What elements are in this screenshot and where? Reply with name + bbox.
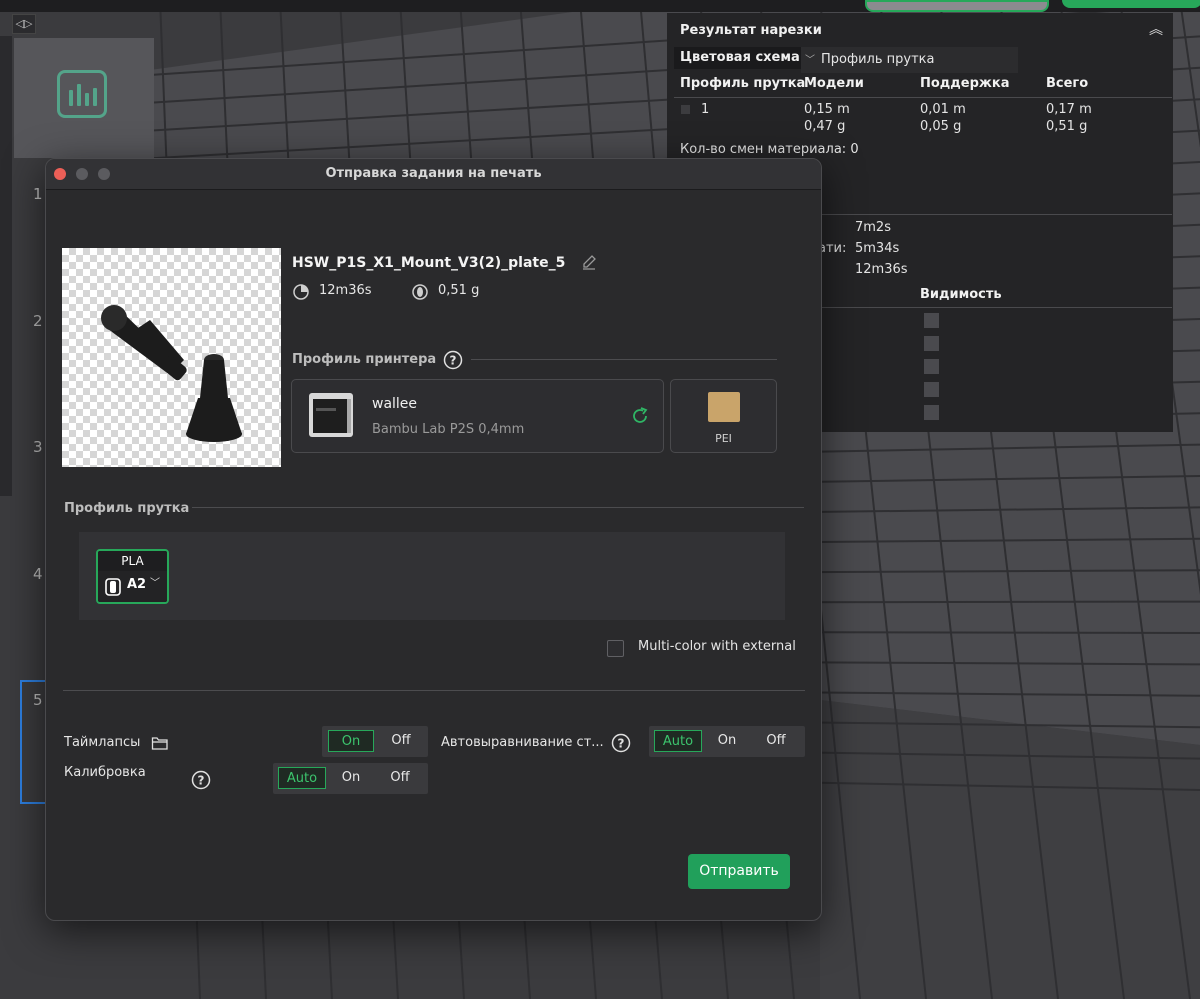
statistics-icon[interactable] <box>57 70 107 118</box>
printer-profile-label: Профиль принтера <box>292 352 437 367</box>
plate-thumbnail-1[interactable] <box>14 38 154 158</box>
top-toolbar <box>0 0 1200 12</box>
help-icon[interactable]: ? <box>191 770 211 790</box>
calibration-on-option[interactable]: On <box>328 767 374 789</box>
model-preview <box>101 305 242 442</box>
plate-preview-image <box>62 248 281 467</box>
sidebar-collapse-button[interactable]: ◁▷ <box>12 14 36 34</box>
printer-name: wallee <box>372 396 418 412</box>
chevron-down-icon: ﹀ <box>805 55 815 66</box>
calibration-auto-option[interactable]: Auto <box>278 767 326 789</box>
filament-profile-label: Профиль прутка <box>64 501 190 516</box>
column-header-support: Поддержка <box>920 76 1010 91</box>
result-panel-title: Результат нарезки <box>680 23 822 38</box>
printer-icon <box>309 393 353 437</box>
models-weight: 0,47 g <box>804 119 846 134</box>
time-label-2: ати: <box>818 241 847 256</box>
clock-icon <box>293 284 309 300</box>
printer-model: Bambu Lab P2S 0,4mm <box>372 422 525 437</box>
multicolor-external-checkbox[interactable] <box>607 640 624 657</box>
pei-plate-icon <box>708 392 740 422</box>
svg-text:?: ? <box>450 354 457 368</box>
timelapse-on-option[interactable]: On <box>328 730 374 752</box>
timelapse-off-option[interactable]: Off <box>378 730 424 752</box>
material-changes: Кол-во смен материала: 0 <box>680 142 859 157</box>
divider <box>817 214 1172 215</box>
calibration-toggle: Auto On Off <box>273 763 428 794</box>
build-plate-selector[interactable]: PEI <box>670 379 777 453</box>
visibility-checkbox[interactable] <box>924 405 939 420</box>
support-weight: 0,05 g <box>920 119 962 134</box>
plate-type-label: PEI <box>715 432 732 445</box>
divider <box>817 307 1172 308</box>
printer-selector[interactable]: wallee Bambu Lab P2S 0,4mm <box>291 379 664 453</box>
visibility-checkbox[interactable] <box>924 359 939 374</box>
total-length: 0,17 m <box>1046 102 1092 117</box>
multicolor-external-label: Multi-color with external <box>638 639 796 654</box>
print-time: 12m36s <box>319 283 372 298</box>
dialog-titlebar[interactable]: Отправка задания на печать <box>46 159 821 190</box>
color-scheme-label: Цветовая схема <box>674 47 805 69</box>
filament-spool-icon <box>412 284 428 300</box>
time-value-1: 7m2s <box>855 220 891 235</box>
time-value-3: 12m36s <box>855 262 908 277</box>
total-weight: 0,51 g <box>1046 119 1088 134</box>
plate-number[interactable]: 2 <box>33 312 43 330</box>
calibration-label: Калибровка <box>64 765 146 780</box>
filament-slot-selector[interactable]: PLA A2 ﹀ <box>96 549 169 604</box>
refresh-icon[interactable] <box>629 405 651 427</box>
visibility-checkbox[interactable] <box>924 382 939 397</box>
column-header-filament: Профиль прутка <box>680 76 806 91</box>
filament-id: 1 <box>701 102 710 117</box>
auto-leveling-off-option[interactable]: Off <box>752 730 800 752</box>
visibility-checkbox[interactable] <box>924 336 939 351</box>
plate-number[interactable]: 1 <box>33 185 43 203</box>
auto-leveling-label: Автовыравнивание ст... <box>441 735 604 750</box>
column-header-models: Модели <box>804 76 864 91</box>
chevron-down-icon: ﹀ <box>150 578 160 589</box>
filament-type: PLA <box>98 551 167 571</box>
auto-leveling-toggle: Auto On Off <box>649 726 805 757</box>
collapse-up-icon[interactable]: ︽ <box>1149 19 1163 39</box>
spool-icon <box>105 578 121 596</box>
send-button[interactable]: Отправить <box>688 854 790 889</box>
left-sidebar-edge <box>0 36 12 496</box>
edit-pencil-icon[interactable] <box>581 254 597 270</box>
divider <box>192 507 804 508</box>
divider <box>63 690 805 691</box>
column-header-total: Всего <box>1046 76 1089 91</box>
divider <box>471 359 777 360</box>
top-button-2[interactable] <box>1062 0 1200 8</box>
filament-mapping-area: PLA A2 ﹀ <box>79 532 785 620</box>
auto-leveling-on-option[interactable]: On <box>704 730 750 752</box>
svg-text:?: ? <box>618 737 625 751</box>
models-length: 0,15 m <box>804 102 850 117</box>
support-length: 0,01 m <box>920 102 966 117</box>
divider <box>674 97 1172 98</box>
ams-slot: A2 <box>127 577 147 592</box>
visibility-header: Видимость <box>920 287 1002 302</box>
plate-number[interactable]: 3 <box>33 438 43 456</box>
dialog-title: Отправка задания на печать <box>325 166 542 181</box>
help-icon[interactable]: ? <box>443 350 463 370</box>
send-print-job-dialog: Отправка задания на печать HSW_P1S_X1_Mo… <box>45 158 822 921</box>
filament-slot-row: A2 ﹀ <box>98 571 167 602</box>
folder-icon[interactable] <box>151 735 169 751</box>
plate-number[interactable]: 4 <box>33 565 43 583</box>
visibility-checkbox[interactable] <box>924 313 939 328</box>
help-icon[interactable]: ? <box>611 733 631 753</box>
top-button-1[interactable] <box>865 0 1049 12</box>
time-value-2: 5m34s <box>855 241 900 256</box>
filament-color-swatch <box>681 105 690 114</box>
selected-plate-highlight[interactable] <box>20 680 47 804</box>
svg-text:?: ? <box>198 774 205 788</box>
filament-weight: 0,51 g <box>438 283 480 298</box>
color-scheme-value: Профиль прутка <box>821 52 935 67</box>
auto-leveling-auto-option[interactable]: Auto <box>654 730 702 752</box>
file-name: HSW_P1S_X1_Mount_V3(2)_plate_5 <box>292 255 566 271</box>
calibration-off-option[interactable]: Off <box>376 767 424 789</box>
timelapse-toggle: On Off <box>322 726 428 757</box>
color-scheme-dropdown[interactable]: ﹀ Профиль прутка <box>801 47 1018 73</box>
timelapse-label: Таймлапсы <box>64 735 141 750</box>
